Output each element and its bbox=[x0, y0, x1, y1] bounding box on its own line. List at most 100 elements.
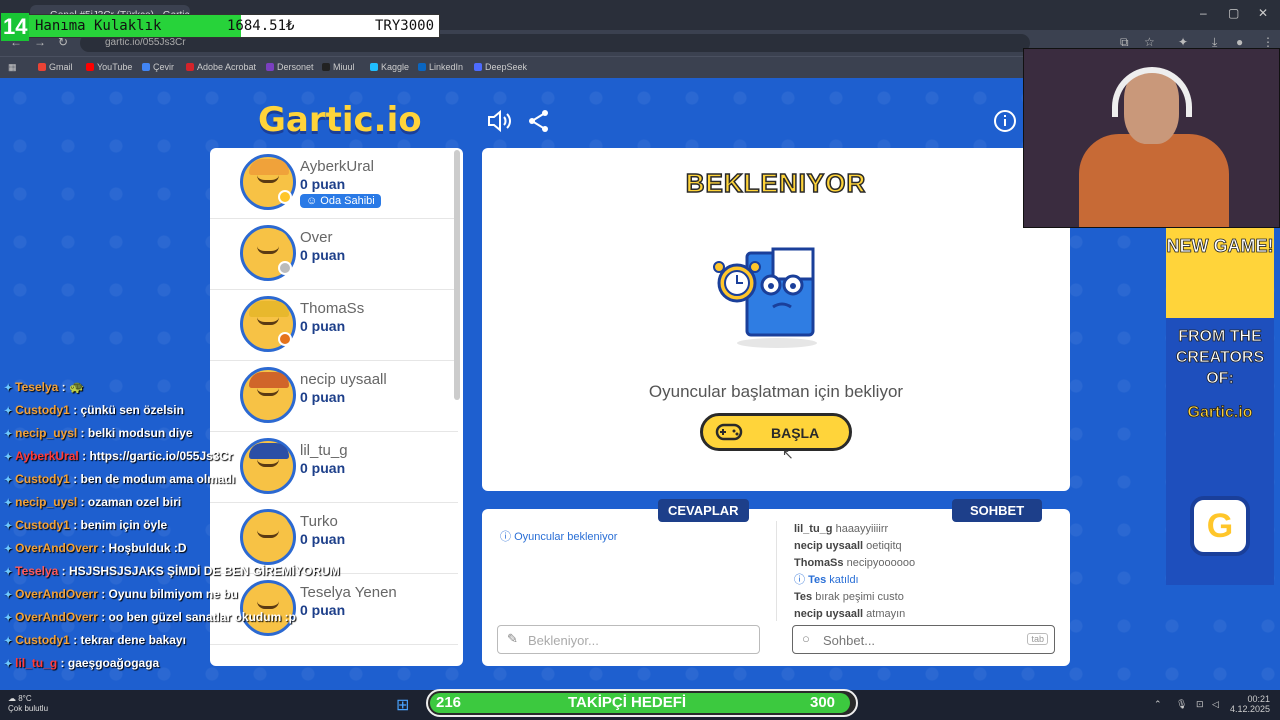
start-label: BAŞLA bbox=[771, 425, 820, 441]
avatar-smile bbox=[257, 317, 279, 325]
answers-chat-panel: CEVAPLAR SOHBET ⓘ Oyuncular bekleniyor l… bbox=[482, 499, 1070, 666]
player-score: 0 puan bbox=[300, 247, 346, 263]
share-icon[interactable] bbox=[526, 109, 552, 133]
bookmark-linkedin[interactable]: LinkedIn bbox=[418, 62, 463, 72]
follower-goal-bar: 216 TAKİPÇİ HEDEFİ 300 bbox=[426, 689, 858, 717]
chat-user: necip uysaall bbox=[794, 608, 864, 620]
answer-input[interactable]: ✎ Bekleniyor... bbox=[497, 625, 760, 654]
chat-user: necip uysaall bbox=[794, 540, 864, 552]
bookmark-dersonet[interactable]: Dersonet bbox=[266, 62, 314, 72]
avatar-hair bbox=[249, 443, 289, 459]
chat-message: necip uysaall atmayın bbox=[794, 606, 1054, 623]
chat-badge-icon: ✦ bbox=[4, 659, 16, 670]
player-status-dot bbox=[278, 190, 292, 204]
badge-label: Oda Sahibi bbox=[320, 195, 375, 207]
bookmark-translate[interactable]: Çevir bbox=[142, 62, 174, 72]
sound-icon[interactable] bbox=[486, 109, 512, 133]
player-name: Over bbox=[300, 229, 333, 246]
stream-chat-message: ✦ OverAndOverr : oo ben güzel sanatlar o… bbox=[4, 610, 296, 624]
webcam-person-body bbox=[1079, 134, 1229, 227]
bookmark-acrobat[interactable]: Adobe Acrobat bbox=[186, 62, 256, 72]
gmail-icon bbox=[38, 63, 46, 71]
network-icon[interactable]: ⊡ bbox=[1196, 699, 1204, 710]
gartic-logo[interactable]: Gartic.io bbox=[258, 100, 422, 140]
waiting-mascot-icon bbox=[713, 247, 817, 348]
ad-line-2: CREATORS bbox=[1175, 349, 1265, 367]
player-row[interactable]: lil_tu_g 0 puan bbox=[210, 432, 458, 503]
chat-input[interactable]: ○ Sohbet... tab bbox=[792, 625, 1055, 654]
bookmark-label: Adobe Acrobat bbox=[197, 62, 257, 72]
panel-divider bbox=[776, 521, 777, 621]
stream-chat-message: ✦ OverAndOverr : Hoşbulduk :D bbox=[4, 541, 187, 555]
volume-icon[interactable]: ◁ bbox=[1212, 699, 1219, 710]
close-icon[interactable]: ✕ bbox=[1258, 6, 1268, 20]
weather-temp: 8°C bbox=[18, 694, 32, 703]
deepseek-icon bbox=[474, 63, 482, 71]
start-button[interactable]: BAŞLA bbox=[700, 413, 852, 451]
chat-badge-icon: ✦ bbox=[4, 613, 16, 624]
stream-chat-text: : Hoşbulduk :D bbox=[101, 541, 187, 555]
bookmark-miuul[interactable]: Miuul bbox=[322, 62, 355, 72]
answers-info: ⓘ Oyuncular bekleniyor bbox=[500, 528, 617, 544]
bookmark-label: DeepSeek bbox=[485, 62, 528, 72]
apps-icon[interactable]: ▦ bbox=[8, 62, 17, 73]
player-score: 0 puan bbox=[300, 176, 346, 192]
menu-icon[interactable]: ⋮ bbox=[1262, 35, 1274, 49]
bookmark-deepseek[interactable]: DeepSeek bbox=[474, 62, 527, 72]
stream-chat-message: ✦ necip_uysl : belki modsun diye bbox=[4, 426, 193, 440]
stream-chat-message: ✦ Custody1 : ben de modum ama olmadı bbox=[4, 472, 235, 486]
chat-message: ⓘ Tes katıldı bbox=[794, 572, 1054, 589]
clock[interactable]: 00:21 4.12.2025 bbox=[1228, 694, 1270, 714]
windows-start-icon[interactable]: ⊞ bbox=[396, 695, 409, 715]
player-row[interactable]: Over 0 puan bbox=[210, 219, 458, 290]
player-score: 0 puan bbox=[300, 460, 346, 476]
stream-chat-message: ✦ necip_uysl : ozaman ozel biri bbox=[4, 495, 181, 509]
player-status-dot bbox=[278, 332, 292, 346]
chat-tab[interactable]: SOHBET bbox=[952, 499, 1043, 522]
player-name: Teselya Yenen bbox=[300, 584, 397, 601]
bookmark-star-icon[interactable]: ☆ bbox=[1144, 35, 1155, 49]
player-row[interactable]: AyberkUral 0 puan ☺ Oda Sahibi bbox=[210, 148, 458, 219]
stream-chat-text: : çünkü sen özelsin bbox=[73, 403, 184, 417]
mic-icon[interactable]: 🎙 bbox=[1176, 699, 1187, 710]
minimize-icon[interactable]: – bbox=[1200, 6, 1207, 20]
maximize-icon[interactable]: ▢ bbox=[1228, 6, 1239, 20]
player-list-scrollbar[interactable] bbox=[454, 150, 460, 400]
player-row[interactable]: necip uysaall 0 puan bbox=[210, 361, 458, 432]
avatar-smile bbox=[257, 530, 279, 538]
profile-icon[interactable]: ● bbox=[1236, 35, 1243, 49]
bookmark-kaggle[interactable]: Kaggle bbox=[370, 62, 409, 72]
stream-chat-user: lil_tu_g bbox=[15, 656, 58, 670]
tray-chevron-icon[interactable]: ⌃ bbox=[1154, 699, 1162, 710]
bookmark-gmail[interactable]: Gmail bbox=[38, 62, 73, 72]
headphones-icon bbox=[1112, 67, 1192, 117]
info-icon[interactable] bbox=[993, 109, 1019, 133]
info-circle-icon: ⓘ bbox=[500, 531, 515, 543]
chat-text: katıldı bbox=[829, 574, 859, 586]
weather-widget[interactable]: ☁ 8°C Çok bulutlu bbox=[8, 694, 48, 714]
avatar-hair bbox=[249, 585, 289, 601]
mouse-cursor-icon: ↖ bbox=[782, 446, 794, 462]
avatar-smile bbox=[257, 388, 279, 396]
chat-search-icon: ○ bbox=[802, 631, 810, 646]
weather-icon: ☁ bbox=[8, 694, 19, 703]
chat-badge-icon: ✦ bbox=[4, 475, 16, 486]
bookmark-label: LinkedIn bbox=[429, 62, 464, 72]
room-owner-badge: ☺ Oda Sahibi bbox=[300, 194, 381, 208]
clock-time: 00:21 bbox=[1247, 694, 1270, 704]
donation-item: Hanıma Kulaklık bbox=[35, 18, 162, 34]
player-name: ThomaSs bbox=[300, 300, 365, 317]
chat-text: atmayın bbox=[866, 608, 906, 620]
stream-chat-message: ✦ Custody1 : çünkü sen özelsin bbox=[4, 403, 184, 417]
stream-chat-message: ✦ AyberkUral : https://gartic.io/055Js3C… bbox=[4, 449, 233, 463]
answers-tab[interactable]: CEVAPLAR bbox=[658, 499, 749, 522]
follower-count: 216 bbox=[436, 694, 462, 711]
extensions-icon[interactable]: ✦ bbox=[1178, 35, 1188, 49]
player-avatar bbox=[240, 580, 296, 636]
avatar-smile bbox=[257, 601, 279, 609]
player-row[interactable]: ThomaSs 0 puan bbox=[210, 290, 458, 361]
ad-banner[interactable]: NEW GAME! FROM THE CREATORS OF: Gartic.i… bbox=[1166, 228, 1274, 585]
chat-text: necipyoooooo bbox=[846, 557, 916, 569]
avatar-hair bbox=[249, 372, 289, 388]
bookmark-youtube[interactable]: YouTube bbox=[86, 62, 132, 72]
